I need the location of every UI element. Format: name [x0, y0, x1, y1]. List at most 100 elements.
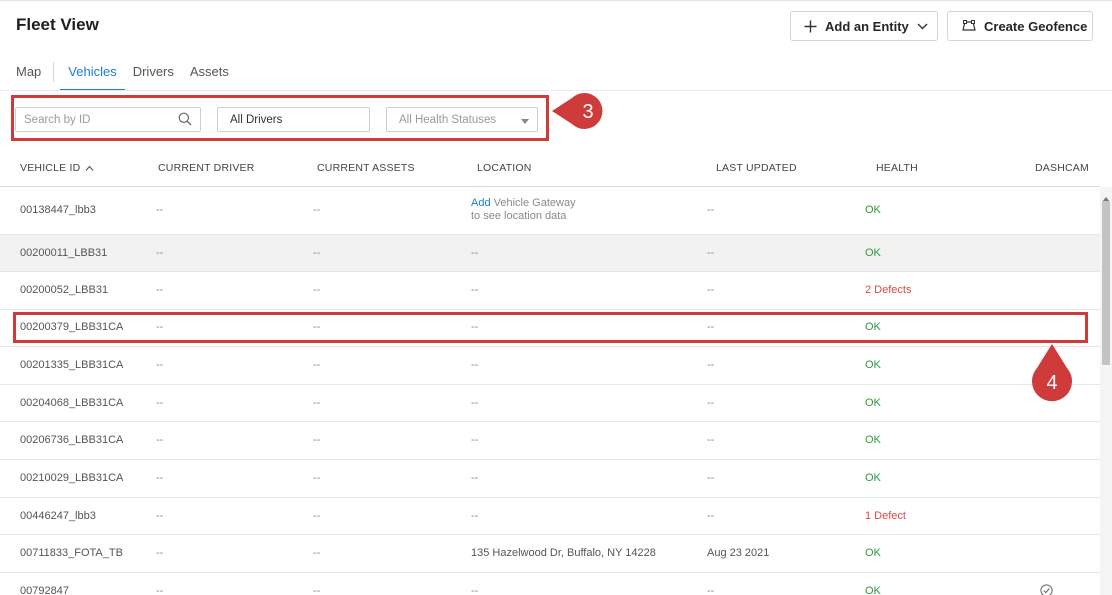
callout-marker-4: 4 [1030, 344, 1074, 413]
last-updated-cell: Aug 23 2021 [707, 547, 770, 559]
vehicle-id-cell: 00206736_LBB31CA [20, 434, 124, 446]
plus-icon [804, 20, 817, 33]
table-row[interactable]: 00446247_lbb3 -- -- -- -- 1 Defect [0, 498, 1100, 535]
driver-cell: -- [156, 510, 164, 522]
tab-assets[interactable]: Assets [190, 64, 229, 91]
callout-marker-3: 3 [552, 89, 614, 138]
col-header-dashcam[interactable]: DASHCAM [1035, 162, 1089, 174]
driver-cell: -- [156, 585, 164, 595]
assets-cell: -- [313, 547, 321, 559]
vertical-scrollbar[interactable] [1100, 187, 1112, 595]
driver-cell: -- [156, 204, 164, 216]
health-cell: OK [865, 585, 881, 595]
col-header-vehicle-id[interactable]: VEHICLE ID [20, 162, 94, 174]
check-circle-icon[interactable] [1040, 584, 1053, 595]
last-updated-cell: -- [707, 247, 715, 259]
location-cell: -- [471, 359, 479, 371]
location-cell: -- [471, 397, 479, 409]
vehicle-id-cell: 00201335_LBB31CA [20, 359, 124, 371]
col-header-current-driver[interactable]: CURRENT DRIVER [158, 162, 255, 174]
location-cell: 135 Hazelwood Dr, Buffalo, NY 14228 [471, 547, 656, 559]
last-updated-cell: -- [707, 510, 715, 522]
page-title: Fleet View [16, 15, 99, 34]
vehicle-id-cell: 00210029_LBB31CA [20, 472, 124, 484]
location-cell: -- [471, 284, 479, 296]
add-gateway-link[interactable]: Add [471, 197, 491, 209]
filters-highlight-box [11, 95, 549, 141]
last-updated-cell: -- [707, 284, 715, 296]
health-cell: OK [865, 547, 881, 559]
driver-cell: -- [156, 472, 164, 484]
health-cell: OK [865, 359, 881, 371]
location-text: Vehicle Gateway [493, 197, 576, 209]
location-cell: -- [471, 247, 479, 259]
location-cell: -- [471, 585, 479, 595]
location-cell: -- [471, 510, 479, 522]
table-row[interactable]: 00204068_LBB31CA -- -- -- -- OK [0, 385, 1100, 422]
assets-cell: -- [313, 434, 321, 446]
col-header-current-assets[interactable]: CURRENT ASSETS [317, 162, 415, 174]
geofence-icon [962, 20, 976, 32]
vehicle-id-cell: 00792847 [20, 585, 69, 595]
assets-cell: -- [313, 204, 321, 216]
health-cell: OK [865, 472, 881, 484]
driver-cell: -- [156, 397, 164, 409]
last-updated-cell: -- [707, 472, 715, 484]
driver-cell: -- [156, 434, 164, 446]
tab-vehicles[interactable]: Vehicles [60, 64, 126, 91]
assets-cell: -- [313, 247, 321, 259]
col-header-health[interactable]: HEALTH [876, 162, 918, 174]
health-cell: OK [865, 434, 881, 446]
tab-map[interactable]: Map [16, 64, 53, 91]
assets-cell: -- [313, 284, 321, 296]
vehicle-id-cell: 00200052_LBB31 [20, 284, 109, 296]
chevron-down-icon [917, 23, 928, 30]
last-updated-cell: -- [707, 204, 715, 216]
driver-cell: -- [156, 284, 164, 296]
col-header-location[interactable]: LOCATION [477, 162, 532, 174]
health-cell: 2 Defects [865, 284, 912, 296]
sort-ascending-icon [85, 165, 94, 171]
create-geofence-label: Create Geofence [984, 18, 1088, 34]
view-tabs: Map Vehicles Drivers Assets [16, 62, 229, 91]
assets-cell: -- [313, 397, 321, 409]
vehicle-id-cell: 00446247_lbb3 [20, 510, 96, 522]
table-row[interactable]: 00201335_LBB31CA -- -- -- -- OK [0, 347, 1100, 385]
location-cell: Add Vehicle Gateway to see location data [471, 197, 576, 223]
vehicle-id-cell: 00711833_FOTA_TB [20, 547, 123, 559]
vehicle-id-cell: 00138447_lbb3 [20, 204, 96, 216]
callout-3-label: 3 [582, 101, 593, 123]
col-header-last-updated[interactable]: LAST UPDATED [716, 162, 797, 174]
assets-cell: -- [313, 585, 321, 595]
driver-cell: -- [156, 359, 164, 371]
last-updated-cell: -- [707, 359, 715, 371]
vehicle-id-cell: 00200011_LBB31 [20, 247, 108, 259]
assets-cell: -- [313, 359, 321, 371]
table-row[interactable]: 00138447_lbb3 -- -- Add Vehicle Gateway … [0, 187, 1100, 235]
tab-divider [53, 62, 55, 82]
table-row[interactable]: 00210029_LBB31CA -- -- -- -- OK [0, 460, 1100, 498]
location-cell: -- [471, 434, 479, 446]
table-row[interactable]: 00206736_LBB31CA -- -- -- -- OK [0, 422, 1100, 460]
table-row[interactable]: 00200011_LBB31 -- -- -- -- OK [0, 235, 1100, 272]
last-updated-cell: -- [707, 397, 715, 409]
location-cell: -- [471, 472, 479, 484]
health-cell: OK [865, 247, 881, 259]
last-updated-cell: -- [707, 434, 715, 446]
tab-drivers[interactable]: Drivers [133, 64, 174, 91]
health-cell: 1 Defect [865, 510, 906, 522]
table-row[interactable]: 00792847 -- -- -- -- OK [0, 573, 1100, 595]
row-highlight-box [13, 312, 1088, 343]
scrollbar-thumb[interactable] [1102, 201, 1110, 365]
last-updated-cell: -- [707, 585, 715, 595]
create-geofence-button[interactable]: Create Geofence [947, 11, 1093, 41]
add-entity-button[interactable]: Add an Entity [790, 11, 938, 41]
assets-cell: -- [313, 472, 321, 484]
table-row[interactable]: 00711833_FOTA_TB -- -- 135 Hazelwood Dr,… [0, 535, 1100, 573]
callout-4-label: 4 [1046, 372, 1057, 394]
driver-cell: -- [156, 247, 164, 259]
driver-cell: -- [156, 547, 164, 559]
location-note: to see location data [471, 210, 567, 222]
col-vehicle-id-label: VEHICLE ID [20, 162, 81, 174]
table-row[interactable]: 00200052_LBB31 -- -- -- -- 2 Defects [0, 272, 1100, 310]
